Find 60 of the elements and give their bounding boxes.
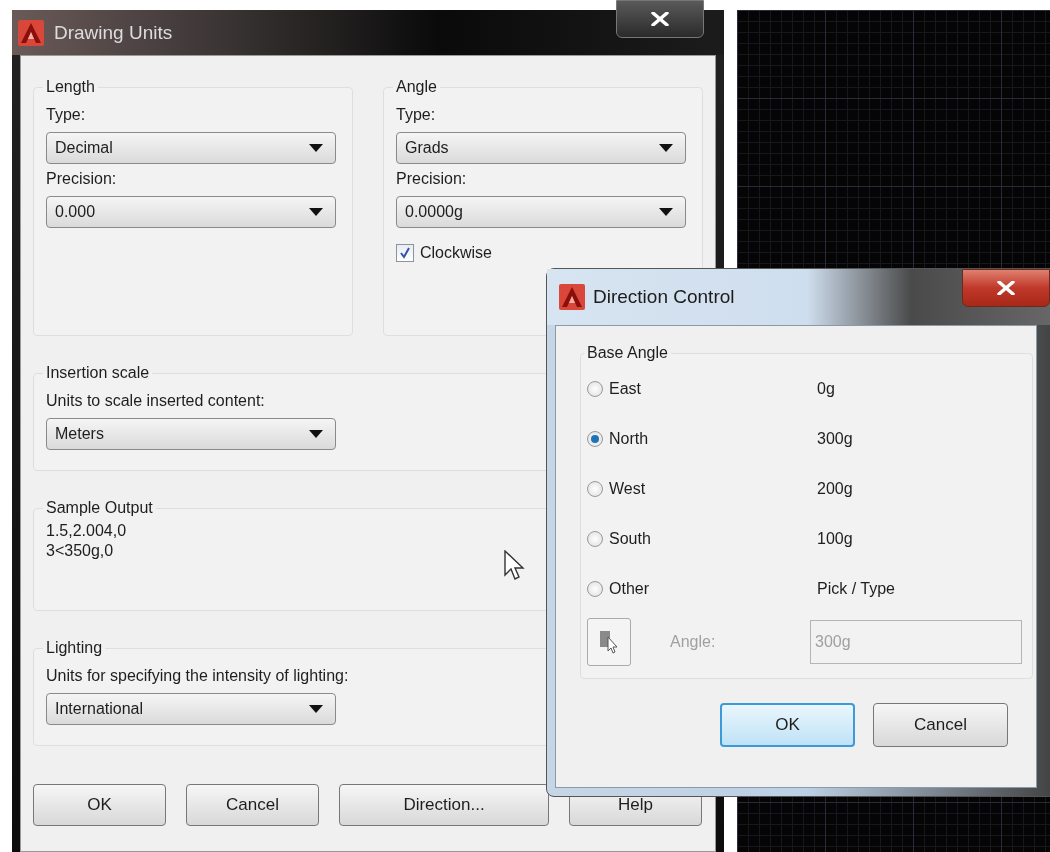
dialog-button[interactable]: OK <box>33 784 166 826</box>
caret-icon <box>309 430 323 438</box>
group-label: Insertion scale <box>45 364 151 382</box>
dropdown[interactable]: Decimal <box>46 132 336 164</box>
field-label: Type: <box>396 106 436 124</box>
radio-option[interactable]: South <box>587 530 817 548</box>
angle-value: 200g <box>817 480 854 498</box>
dropdown[interactable]: Grads <box>396 132 686 164</box>
radio-button[interactable] <box>587 381 603 397</box>
radio-button[interactable] <box>587 531 603 547</box>
dialog-button[interactable]: OK <box>720 703 855 747</box>
close-icon <box>997 281 1015 295</box>
radio-option[interactable]: Other <box>587 580 817 598</box>
radio-button[interactable] <box>587 431 603 447</box>
dropdown[interactable]: Meters <box>46 418 336 450</box>
field-label: Type: <box>46 106 86 124</box>
group-label: Base Angle <box>586 344 669 362</box>
radio-option[interactable]: North <box>587 430 817 448</box>
checkbox[interactable] <box>396 244 414 262</box>
app-logo-icon <box>18 19 44 46</box>
dropdown[interactable]: 0.0000g <box>396 196 686 228</box>
radio-option[interactable]: West <box>587 480 817 498</box>
dropdown[interactable]: International <box>46 693 336 725</box>
caret-icon <box>309 705 323 713</box>
window-title: Drawing Units <box>54 21 173 44</box>
group-label: Sample Output <box>45 499 154 517</box>
window-title: Direction Control <box>593 286 735 308</box>
field-label: Precision: <box>46 170 117 188</box>
dialog-button[interactable]: Cancel <box>873 703 1008 747</box>
angle-value: 0g <box>817 380 836 398</box>
dialog-button[interactable]: Cancel <box>186 784 319 826</box>
close-icon <box>651 12 669 26</box>
close-button[interactable] <box>616 0 704 38</box>
radio-button[interactable] <box>587 581 603 597</box>
caret-icon <box>659 144 673 152</box>
group-label: Angle <box>395 78 438 96</box>
radio-button[interactable] <box>587 481 603 497</box>
angle-value: 100g <box>817 530 854 548</box>
caret-icon <box>659 208 673 216</box>
sample-text: 1.5,2.004,0 <box>46 521 127 541</box>
caret-icon <box>309 144 323 152</box>
dropdown[interactable]: 0.000 <box>46 196 336 228</box>
group-label: Lighting <box>45 639 104 657</box>
field-label: Units to scale inserted content: <box>46 392 265 410</box>
caret-icon <box>309 208 323 216</box>
radio-option[interactable]: East <box>587 380 817 398</box>
dialog-button[interactable]: Direction... <box>339 784 549 826</box>
pick-button[interactable] <box>587 618 631 666</box>
group-label: Length <box>45 78 96 96</box>
pick-point-icon <box>599 629 619 655</box>
field-label: Units for specifying the intensity of lighting: <box>46 667 349 685</box>
cursor-icon <box>504 550 526 582</box>
field-label: Angle: <box>670 633 717 651</box>
angle-value: 300g <box>817 430 854 448</box>
sample-text: 3<350g,0 <box>46 541 114 561</box>
close-button[interactable] <box>962 269 1050 307</box>
app-logo-icon <box>559 284 585 310</box>
angle-value: Pick / Type <box>817 580 896 598</box>
field-label: Precision: <box>396 170 467 188</box>
checkbox-label: Clockwise <box>420 244 492 262</box>
